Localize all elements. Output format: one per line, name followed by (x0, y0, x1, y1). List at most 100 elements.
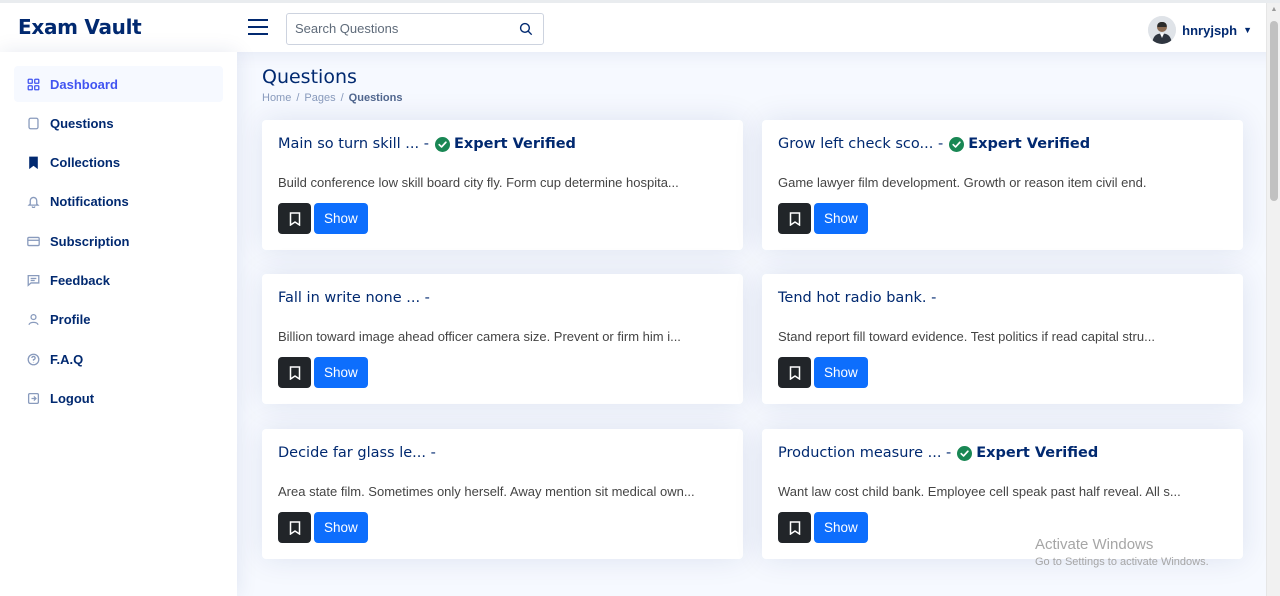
scroll-up-icon[interactable]: ▲ (1267, 3, 1280, 17)
bookmark-icon (289, 520, 300, 535)
search-icon[interactable] (519, 22, 533, 36)
sidebar-item-label: Notifications (50, 194, 129, 210)
question-excerpt: Game lawyer film development. Growth or … (778, 175, 1147, 190)
sidebar-item-questions[interactable]: Questions (14, 105, 223, 141)
page-scrollbar[interactable]: ▲ (1266, 3, 1280, 596)
show-button[interactable]: Show (314, 357, 368, 388)
main-content: Questions Home / Pages / Questions (262, 66, 1242, 104)
bookmark-button[interactable] (778, 203, 811, 234)
question-card: Decide far glass le... - Area state film.… (262, 429, 743, 559)
bookmark-button[interactable] (278, 357, 311, 388)
expert-verified-badge: Expert Verified (949, 136, 1090, 152)
sidebar-item-label: Profile (50, 312, 91, 328)
bookmark-icon (289, 365, 300, 380)
square-icon (26, 116, 40, 130)
bookmark-icon (26, 156, 40, 170)
sidebar-item-label: Feedback (50, 272, 110, 288)
question-title-text[interactable]: Decide far glass le... - (278, 445, 436, 461)
check-circle-icon (434, 136, 450, 152)
question-card: Fall in write none ... - Billion toward i… (262, 274, 743, 404)
user-menu[interactable]: hnryjsph ▼ (1148, 15, 1252, 45)
question-title: Production measure ... - Expert Verified (778, 445, 1098, 461)
caret-down-icon: ▼ (1243, 25, 1252, 35)
verified-label: Expert Verified (453, 136, 576, 152)
grid-icon (26, 77, 40, 91)
question-title: Tend hot radio bank. - (778, 290, 936, 306)
breadcrumb: Home / Pages / Questions (262, 92, 403, 104)
bookmark-icon (789, 365, 800, 380)
username: hnryjsph (1182, 22, 1238, 38)
show-button[interactable]: Show (314, 512, 368, 543)
expert-verified-badge: Expert Verified (957, 445, 1098, 461)
scroll-thumb[interactable] (1270, 21, 1278, 201)
bookmark-button[interactable] (778, 357, 811, 388)
sidebar-item-logout[interactable]: Logout (14, 380, 223, 416)
question-title: Fall in write none ... - (278, 290, 430, 306)
show-button[interactable]: Show (314, 203, 368, 234)
card-actions: Show (278, 512, 368, 543)
watermark-title: Activate Windows (1035, 536, 1154, 553)
sidebar-item-label: Collections (50, 155, 121, 171)
breadcrumb-home[interactable]: Home (262, 92, 291, 104)
question-title: Main so turn skill ... - Expert Verified (278, 136, 576, 152)
show-button[interactable]: Show (814, 203, 868, 234)
watermark-subtitle: Go to Settings to activate Windows. (1035, 556, 1209, 568)
person-icon (26, 313, 40, 327)
breadcrumb-pages[interactable]: Pages (304, 92, 335, 104)
sidebar-item-subscription[interactable]: Subscription (14, 223, 223, 259)
show-button[interactable]: Show (814, 512, 868, 543)
breadcrumb-current: Questions (348, 92, 403, 104)
question-excerpt: Build conference low skill board city fl… (278, 175, 679, 190)
question-card: Main so turn skill ... - Expert Verified B… (262, 120, 743, 250)
question-title-text[interactable]: Main so turn skill ... - (278, 136, 429, 152)
bookmark-icon (789, 211, 800, 226)
check-circle-icon (957, 445, 973, 461)
question-title-text[interactable]: Production measure ... - (778, 445, 951, 461)
question-excerpt: Billion toward image ahead officer camer… (278, 329, 681, 344)
question-title-text[interactable]: Fall in write none ... - (278, 290, 430, 306)
bookmark-button[interactable] (778, 512, 811, 543)
windows-activation-watermark: Activate Windows Go to Settings to activ… (1035, 536, 1209, 568)
verified-label: Expert Verified (976, 445, 1099, 461)
search-bar (286, 13, 544, 45)
card-actions: Show (278, 357, 368, 388)
bookmark-icon (289, 211, 300, 226)
sidebar-item-label: Logout (50, 390, 95, 406)
question-title-text[interactable]: Tend hot radio bank. - (778, 290, 936, 306)
sidebar-item-dashboard[interactable]: Dashboard (14, 66, 223, 102)
question-icon (26, 352, 40, 366)
message-icon (26, 273, 40, 287)
question-excerpt: Stand report fill toward evidence. Test … (778, 329, 1155, 344)
search-input[interactable] (295, 21, 505, 36)
sidebar-toggle-icon[interactable] (248, 19, 268, 35)
sidebar-item-profile[interactable]: Profile (14, 302, 223, 338)
card-icon (26, 234, 40, 248)
check-circle-icon (949, 136, 965, 152)
app-logo[interactable]: Exam Vault (18, 15, 142, 39)
sidebar-item-label: F.A.Q (50, 351, 84, 367)
bookmark-button[interactable] (278, 512, 311, 543)
card-actions: Show (778, 203, 868, 234)
question-title: Decide far glass le... - (278, 445, 436, 461)
card-actions: Show (778, 357, 868, 388)
top-header: Exam Vault hnryjsph ▼ (0, 0, 1280, 52)
question-card: Grow left check sco... - Expert Verified G… (762, 120, 1243, 250)
sidebar-item-faq[interactable]: F.A.Q (14, 341, 223, 377)
question-excerpt: Area state film. Sometimes only herself.… (278, 484, 695, 499)
logout-icon (26, 391, 40, 405)
sidebar-item-collections[interactable]: Collections (14, 145, 223, 181)
question-excerpt: Want law cost child bank. Employee cell … (778, 484, 1181, 499)
sidebar-item-label: Dashboard (50, 76, 118, 92)
question-title-text[interactable]: Grow left check sco... - (778, 136, 943, 152)
expert-verified-badge: Expert Verified (434, 136, 576, 152)
show-button[interactable]: Show (814, 357, 868, 388)
bookmark-button[interactable] (278, 203, 311, 234)
card-actions: Show (778, 512, 868, 543)
question-card: Tend hot radio bank. - Stand report fill … (762, 274, 1243, 404)
sidebar-item-label: Subscription (50, 233, 130, 249)
sidebar-item-feedback[interactable]: Feedback (14, 262, 223, 298)
bookmark-icon (789, 520, 800, 535)
page-title: Questions (262, 66, 357, 88)
card-actions: Show (278, 203, 368, 234)
sidebar-item-notifications[interactable]: Notifications (14, 184, 223, 220)
